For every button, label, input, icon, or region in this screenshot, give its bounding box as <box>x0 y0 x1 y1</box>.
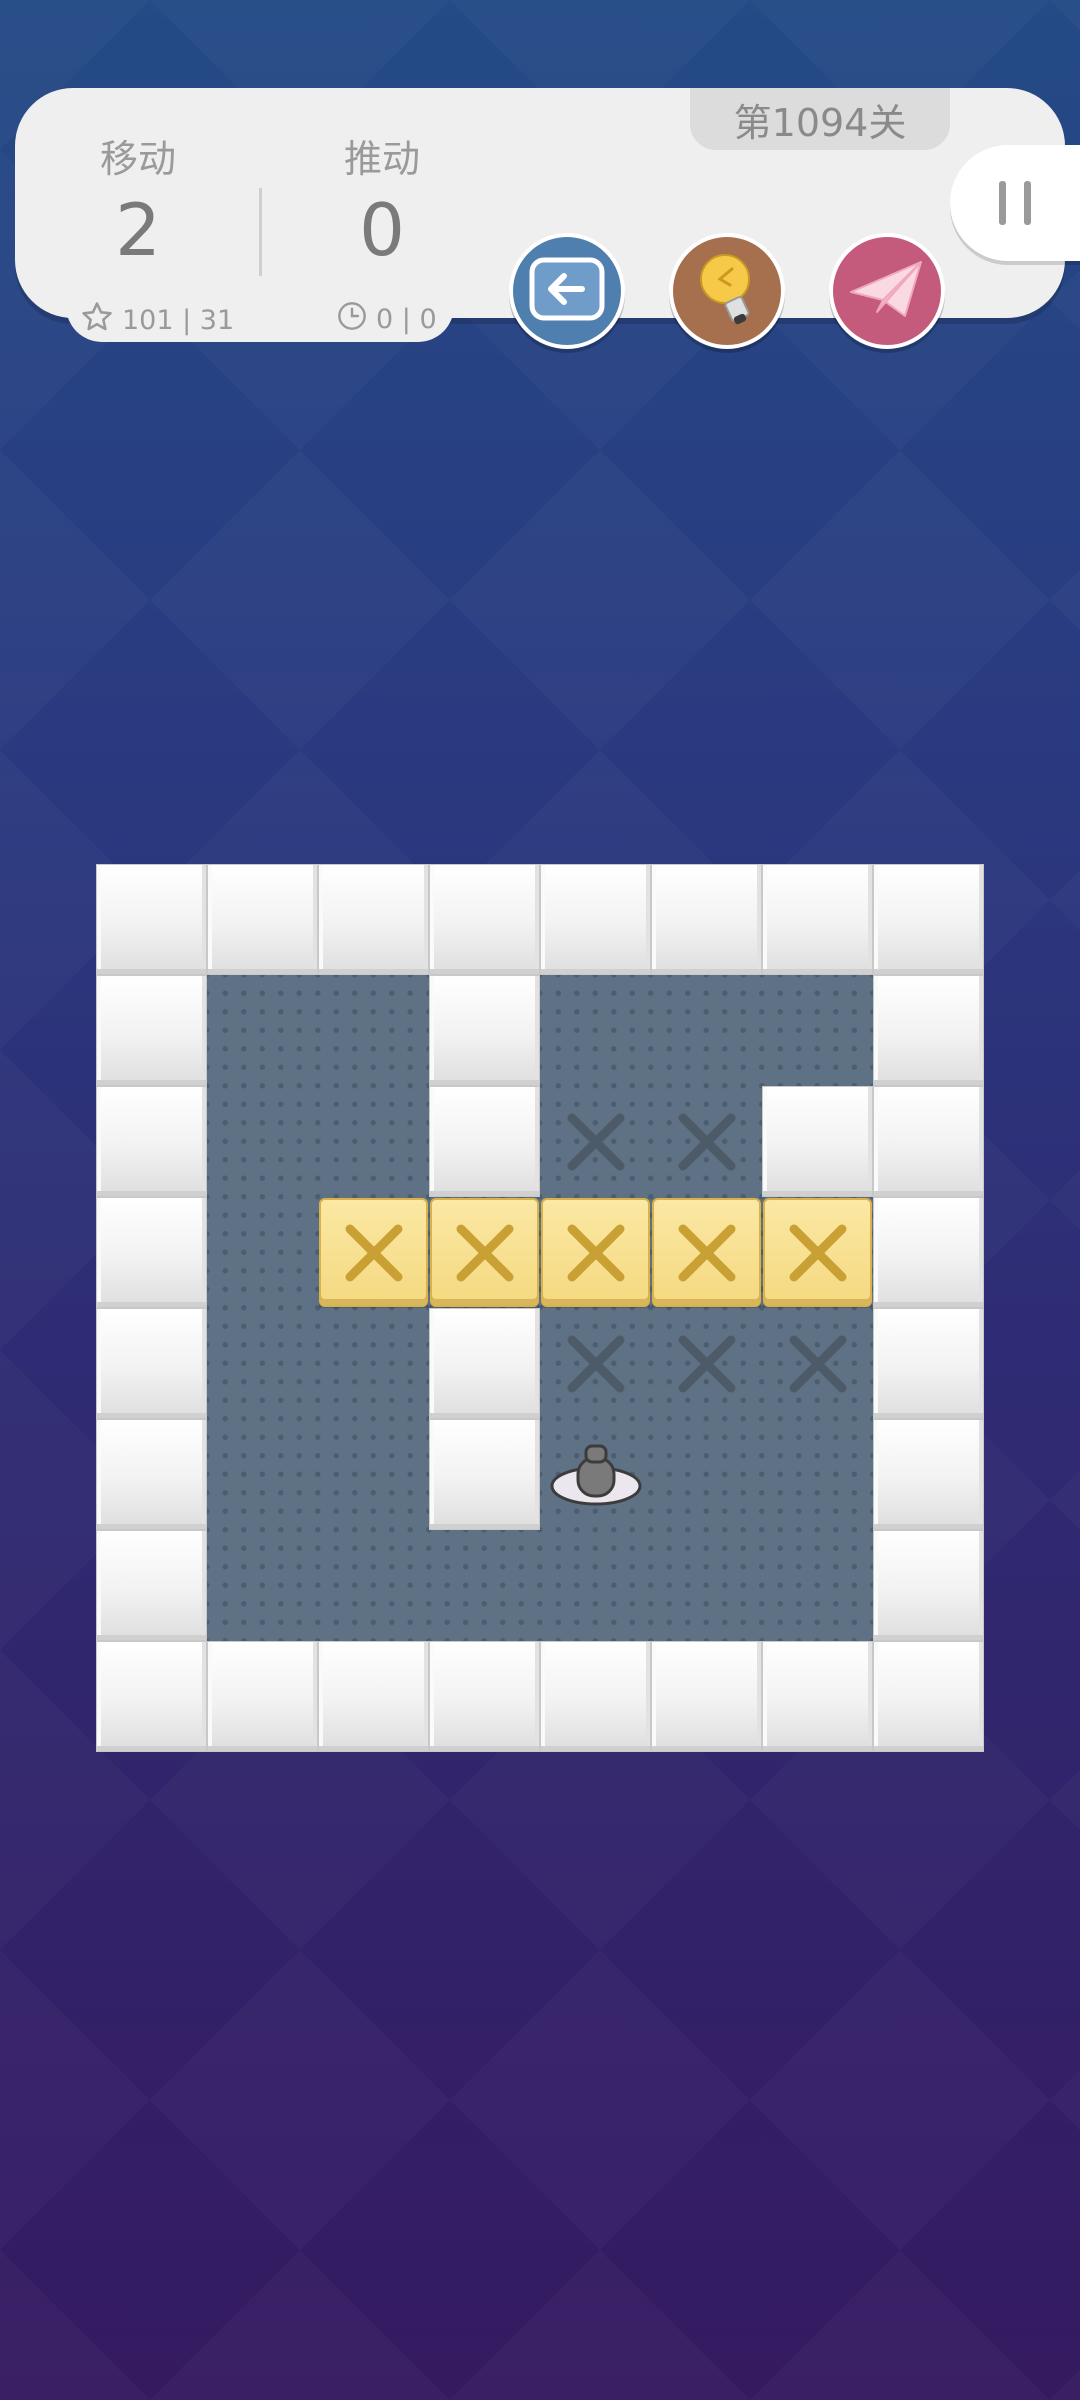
wall-tile <box>96 1530 207 1641</box>
target-tile <box>762 1308 873 1419</box>
pause-icon <box>999 181 1031 225</box>
floor-tile <box>318 1086 429 1197</box>
hint-button[interactable] <box>669 233 785 349</box>
wall-tile <box>429 1419 540 1530</box>
lightbulb-icon <box>692 247 762 335</box>
floor-tile <box>651 1419 762 1530</box>
wall-tile <box>540 864 651 975</box>
wall-tile <box>96 1419 207 1530</box>
wall-tile <box>873 1197 984 1308</box>
crate-on-target[interactable] <box>430 1198 539 1307</box>
time-stat: 0 | 0 <box>336 300 437 339</box>
crate-on-target[interactable] <box>319 1198 428 1307</box>
share-button[interactable] <box>829 233 945 349</box>
wall-tile <box>318 1641 429 1752</box>
wall-tile <box>651 1641 762 1752</box>
floor-tile <box>207 975 318 1086</box>
crate-on-target[interactable] <box>763 1198 872 1307</box>
floor-tile <box>207 1530 318 1641</box>
floor-tile <box>762 1419 873 1530</box>
wall-tile <box>96 1641 207 1752</box>
wall-tile <box>429 1641 540 1752</box>
paper-plane-icon <box>847 254 927 328</box>
floor-tile <box>762 1530 873 1641</box>
floor-tile <box>318 975 429 1086</box>
wall-tile <box>873 1641 984 1752</box>
target-tile <box>540 1308 651 1419</box>
star-stat: 101 | 31 <box>80 300 234 341</box>
floor-tile <box>207 1419 318 1530</box>
moves-count: 2 <box>115 188 161 272</box>
wall-tile <box>318 864 429 975</box>
star-icon <box>80 300 114 341</box>
floor-tile <box>429 1530 540 1641</box>
pushes-count: 0 <box>359 188 405 272</box>
floor-tile <box>762 975 873 1086</box>
wall-tile <box>96 1197 207 1308</box>
wall-tile <box>873 864 984 975</box>
floor-tile <box>207 1197 318 1308</box>
wall-tile <box>207 1641 318 1752</box>
crate-on-target[interactable] <box>541 1198 650 1307</box>
wall-tile <box>96 975 207 1086</box>
wall-tile <box>873 975 984 1086</box>
wall-tile <box>873 1530 984 1641</box>
wall-tile <box>96 1086 207 1197</box>
wall-tile <box>429 975 540 1086</box>
back-arrow-icon <box>528 256 606 326</box>
wall-tile <box>762 864 873 975</box>
floor-tile <box>318 1530 429 1641</box>
wall-tile <box>96 864 207 975</box>
wall-tile <box>873 1086 984 1197</box>
wall-tile <box>540 1641 651 1752</box>
wall-tile <box>429 1308 540 1419</box>
wall-tile <box>651 864 762 975</box>
floor-tile <box>540 1530 651 1641</box>
target-tile <box>651 1308 762 1419</box>
floor-tile <box>318 1308 429 1419</box>
floor-tile <box>207 1308 318 1419</box>
time-stat-value: 0 | 0 <box>376 304 437 335</box>
wall-tile <box>429 1086 540 1197</box>
level-title: 第1094关 <box>690 88 950 150</box>
pause-button[interactable] <box>950 145 1080 261</box>
game-board[interactable] <box>96 864 984 1752</box>
wall-tile <box>429 864 540 975</box>
player-character[interactable] <box>540 1419 651 1530</box>
undo-button[interactable] <box>509 233 625 349</box>
wall-tile <box>873 1308 984 1419</box>
floor-tile <box>540 975 651 1086</box>
floor-tile <box>651 1530 762 1641</box>
floor-tile <box>207 1086 318 1197</box>
floor-tile <box>318 1419 429 1530</box>
wall-tile <box>207 864 318 975</box>
stat-divider <box>259 188 262 276</box>
wall-tile <box>873 1419 984 1530</box>
target-tile <box>651 1086 762 1197</box>
star-stat-value: 101 | 31 <box>122 305 235 336</box>
wall-tile <box>762 1086 873 1197</box>
wall-tile <box>762 1641 873 1752</box>
clock-icon <box>336 300 368 339</box>
pushes-label: 推动 <box>343 137 420 181</box>
target-tile <box>540 1086 651 1197</box>
wall-tile <box>96 1308 207 1419</box>
moves-label: 移动 <box>99 137 176 181</box>
floor-tile <box>651 975 762 1086</box>
crate-on-target[interactable] <box>652 1198 761 1307</box>
